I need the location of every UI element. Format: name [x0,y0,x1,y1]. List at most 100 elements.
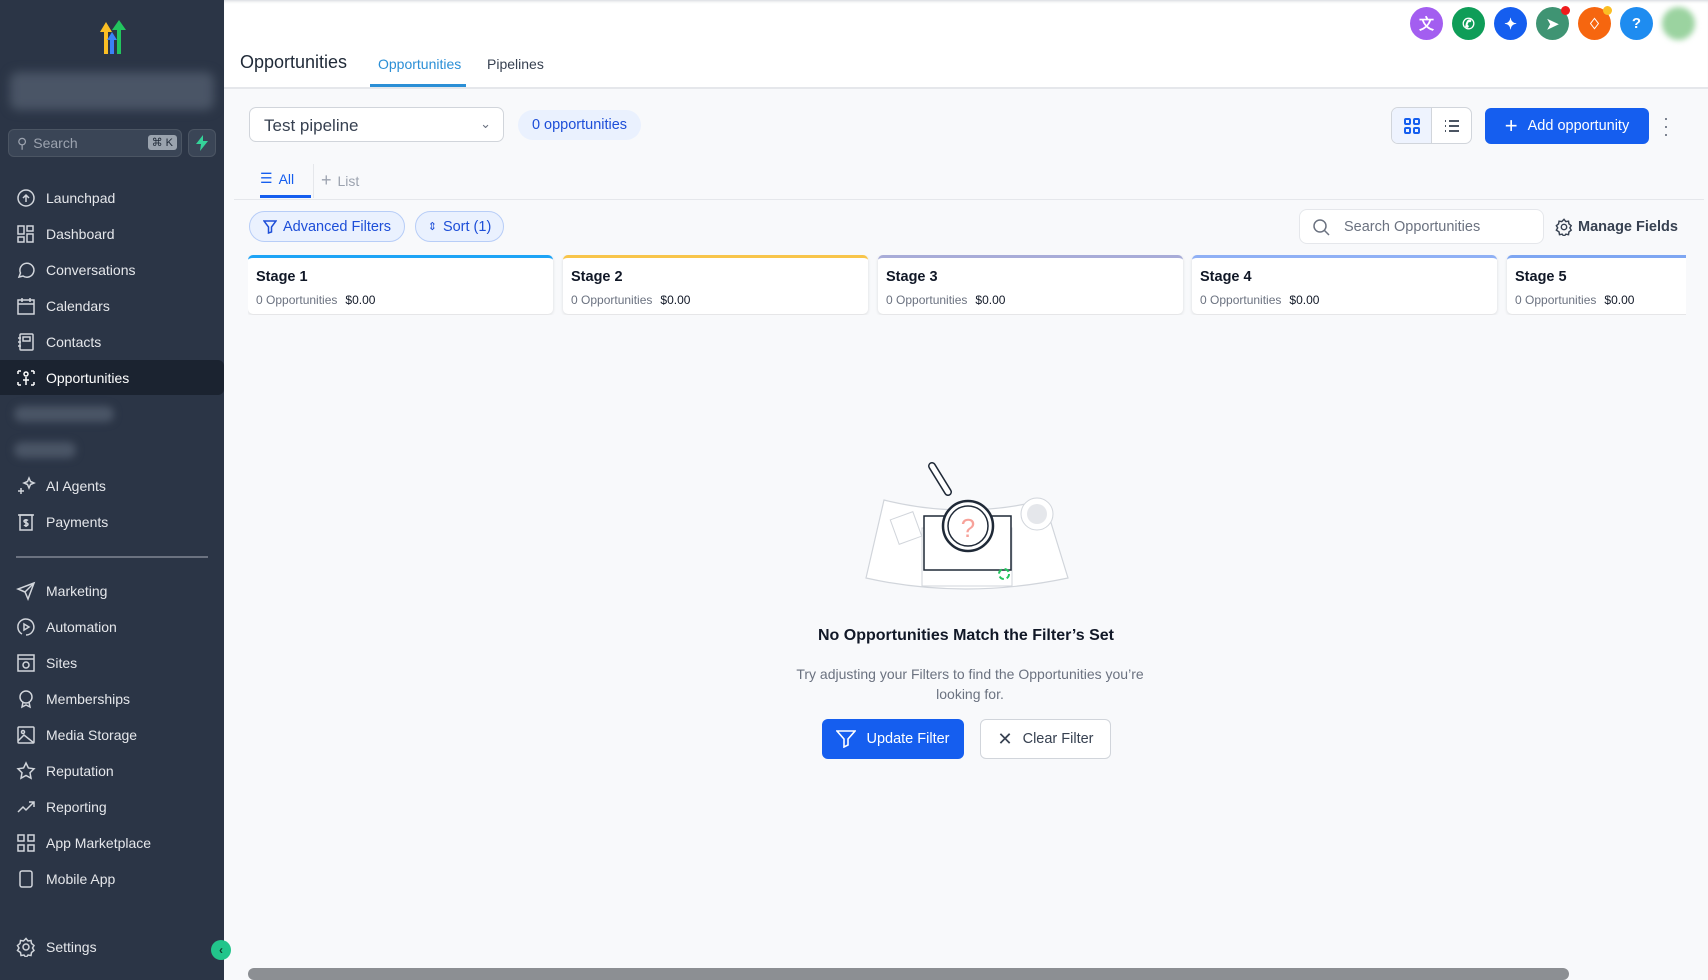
hidden-nav-item[interactable] [14,442,76,458]
nav-label: Marketing [46,582,108,599]
advanced-filters-button[interactable]: Advanced Filters [249,211,405,242]
sidebar-item-dashboard[interactable]: Dashboard [0,216,224,251]
gear-icon [1555,218,1573,236]
manage-fields-label: Manage Fields [1578,219,1678,235]
stage-name: Stage 3 [886,269,938,285]
active-view-indicator [260,195,311,198]
plus-icon: + [321,170,332,190]
stage-count: 0 Opportunities [1200,293,1282,307]
stage-amount: $0.00 [1604,293,1635,307]
help-glyph: ? [1631,15,1642,32]
sidebar-search[interactable]: ⚲ Search ⌘ K [8,129,182,157]
sites-icon [17,653,35,672]
list-icon [1444,119,1459,132]
page-title: Opportunities [240,52,348,72]
sidebar-item-reporting[interactable]: Reporting [0,789,224,824]
stage-amount: $0.00 [975,293,1006,307]
hidden-nav-item[interactable] [14,406,114,422]
empty-state-text: Try adjusting your Filters to find the O… [796,666,1144,702]
sidebar-item-mobile-app[interactable]: Mobile App [0,861,224,896]
add-opportunity-button[interactable]: + Add opportunity [1485,108,1649,144]
grid-icon [1403,117,1420,134]
sidebar-item-launchpad[interactable]: Launchpad [0,180,224,215]
collapse-sidebar-button[interactable]: ‹ [211,940,231,960]
sidebar-item-opportunities[interactable]: Opportunities [0,360,224,395]
update-filter-label: Update Filter [866,731,950,747]
stage-name: Stage 5 [1515,269,1567,285]
nav-label: Dashboard [46,225,115,242]
notification-dot [1561,6,1570,15]
close-icon: ✕ [997,728,1013,749]
megaphone-icon[interactable]: ➤ [1536,6,1570,40]
board-view-button[interactable] [1392,108,1432,143]
stage-card: Stage 2 0 Opportunities $0.00 [563,255,868,314]
top-header: Opportunities Opportunities Pipelines [224,0,1708,89]
sidebar-item-sites[interactable]: Sites [0,645,224,680]
nav-label: Automation [46,618,117,635]
stage-name: Stage 1 [256,269,308,285]
filter-icon [263,219,277,234]
sidebar-item-marketing[interactable]: Marketing [0,573,224,608]
ai-sparkle-icon[interactable]: ✦ [1494,7,1527,40]
tab-pipelines[interactable]: Pipelines [487,56,544,72]
nav-label: Media Storage [46,726,138,743]
launchpad-icon [17,188,35,207]
sort-button[interactable]: ⇕ Sort (1) [415,211,504,242]
quick-actions-button[interactable] [188,129,216,157]
sort-icon: ⇕ [427,221,437,233]
horizontal-scrollbar[interactable] [248,968,1569,980]
view-tab-all[interactable]: ☰ All [260,170,294,187]
search-opportunities-input[interactable]: Search Opportunities [1299,209,1544,244]
payments-icon [18,513,34,531]
bell-icon[interactable]: ♢ [1578,6,1612,40]
nav-label: Payments [46,513,109,530]
stage-count: 0 Opportunities [886,293,968,307]
chat-icon [17,262,35,278]
sidebar-item-settings[interactable]: Settings [0,929,224,964]
sidebar-item-automation[interactable]: Automation [0,609,224,644]
update-filter-button[interactable]: Update Filter [822,719,964,759]
stage-count: 0 Opportunities [256,293,338,307]
nav-label: Reputation [46,762,114,779]
nav-label: Conversations [46,261,136,278]
list-view-button[interactable] [1432,108,1471,143]
stage-amount: $0.00 [660,293,691,307]
pipeline-select[interactable]: Test pipeline ⌄ [249,107,504,142]
stage-amount: $0.00 [1289,293,1320,307]
award-icon [19,689,33,708]
chevron-left-icon: ‹ [219,943,223,957]
nav-label: Mobile App [46,870,116,887]
tab-opportunities[interactable]: Opportunities [378,56,461,72]
tab-separator [313,164,314,198]
notification-dot [1603,6,1612,15]
empty-search-illustration: ? [865,462,1069,590]
sidebar-item-ai-agents[interactable]: AI Agents [0,468,224,503]
clear-filter-button[interactable]: ✕ Clear Filter [980,719,1111,759]
more-options-icon[interactable]: · · · [1660,109,1672,143]
phone-icon[interactable]: ✆ [1452,7,1485,40]
sidebar-item-app-marketplace[interactable]: App Marketplace [0,825,224,860]
add-list-button[interactable]: + List [321,170,359,191]
manage-fields-button[interactable]: Manage Fields [1555,218,1678,236]
view-label: List [337,172,360,189]
sidebar-item-calendars[interactable]: Calendars [0,288,224,323]
image-icon [17,725,35,744]
shortcut-hint: ⌘ K [147,135,177,150]
search-placeholder: Search [33,135,78,151]
send-icon [16,581,36,601]
sidebar-item-memberships[interactable]: Memberships [0,681,224,716]
sidebar-item-payments[interactable]: Payments [0,504,224,539]
nav-label: AI Agents [46,477,106,494]
translate-icon[interactable]: 文 [1410,7,1443,40]
sidebar-item-conversations[interactable]: Conversations [0,252,224,287]
account-switcher[interactable] [10,72,214,110]
avatar[interactable] [1662,7,1695,40]
help-icon[interactable]: ? [1620,7,1653,40]
empty-state-title: No Opportunities Match the Filter’s Set [817,627,1115,644]
trending-icon [17,800,35,813]
sidebar-item-media-storage[interactable]: Media Storage [0,717,224,752]
sidebar-item-contacts[interactable]: Contacts [0,324,224,359]
sidebar-item-reputation[interactable]: Reputation [0,753,224,788]
add-label: Add opportunity [1527,118,1630,134]
nav-label: Contacts [46,333,102,350]
